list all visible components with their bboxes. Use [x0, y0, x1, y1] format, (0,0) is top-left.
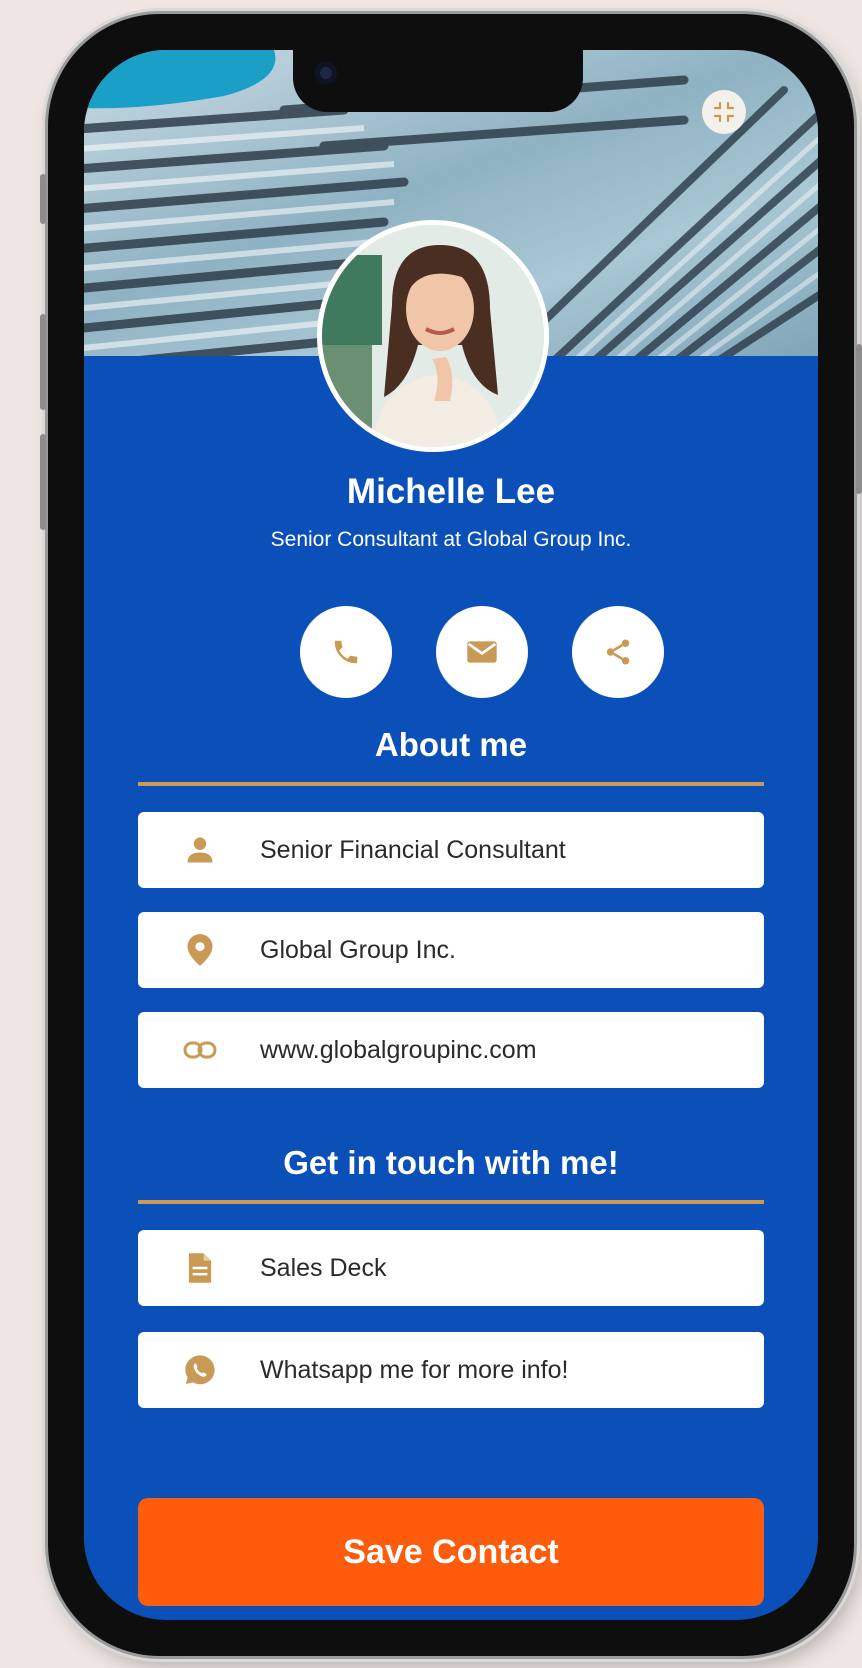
about-item-website[interactable]: www.globalgroupinc.com	[138, 1012, 764, 1088]
contact-item-sales-deck[interactable]: Sales Deck	[138, 1230, 764, 1306]
profile-photo	[317, 220, 549, 452]
share-icon	[606, 639, 630, 665]
about-divider	[138, 782, 764, 786]
email-button[interactable]	[436, 606, 528, 698]
whatsapp-icon	[170, 1354, 230, 1386]
phone-icon	[334, 640, 358, 664]
about-title: About me	[374, 726, 528, 763]
about-item-label: Global Group Inc.	[260, 935, 456, 964]
front-camera	[315, 62, 337, 84]
document-icon	[170, 1252, 230, 1284]
volume-up-button	[40, 314, 46, 410]
phone-frame: Michelle Lee Senior Consultant at Global…	[40, 14, 862, 1656]
profile-subtitle: Senior Consultant at Global Group Inc.	[270, 528, 632, 551]
camera-notch	[293, 50, 583, 112]
location-pin-icon	[170, 933, 230, 967]
expand-button[interactable]	[702, 90, 746, 134]
contact-item-whatsapp[interactable]: Whatsapp me for more info!	[138, 1332, 764, 1408]
share-button[interactable]	[572, 606, 664, 698]
contact-item-label: Whatsapp me for more info!	[260, 1355, 569, 1384]
volume-down-button	[40, 434, 46, 530]
about-item-company[interactable]: Global Group Inc.	[138, 912, 764, 988]
about-item-label: Senior Financial Consultant	[260, 835, 566, 864]
mute-switch	[40, 174, 46, 224]
about-item-title[interactable]: Senior Financial Consultant	[138, 812, 764, 888]
person-icon	[170, 835, 230, 865]
profile-name: Michelle Lee	[346, 472, 556, 511]
contact-item-label: Sales Deck	[260, 1253, 387, 1282]
about-item-label: www.globalgroupinc.com	[260, 1035, 537, 1064]
contact-divider	[138, 1200, 764, 1204]
mail-icon	[467, 641, 497, 663]
expand-icon	[713, 101, 735, 123]
app-screen: Michelle Lee Senior Consultant at Global…	[84, 50, 818, 1620]
contact-title: Get in touch with me!	[283, 1144, 619, 1181]
power-button	[856, 344, 862, 494]
save-contact-button[interactable]: Save Contact	[138, 1498, 764, 1606]
link-icon	[170, 1040, 230, 1060]
call-button[interactable]	[300, 606, 392, 698]
